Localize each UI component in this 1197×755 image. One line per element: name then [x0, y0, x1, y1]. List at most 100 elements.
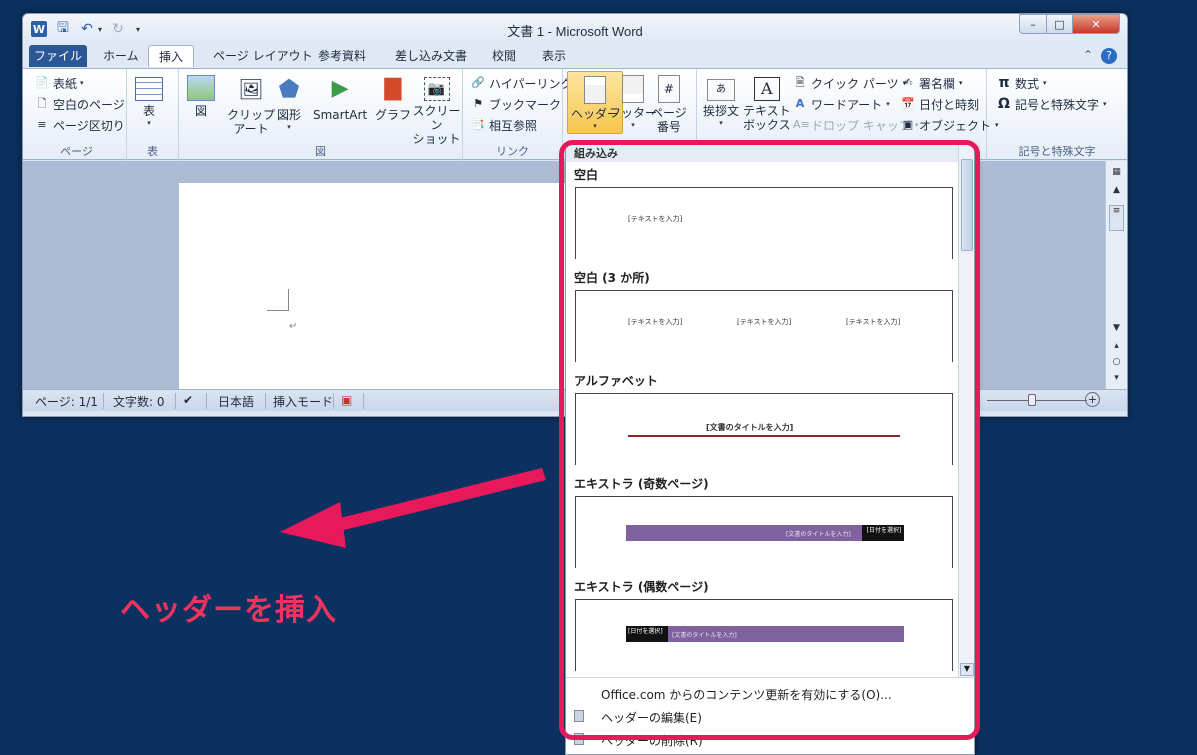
symbol-button[interactable]: Ω 記号と特殊文字 ▾	[997, 94, 1106, 114]
zoom-slider[interactable]	[987, 400, 1087, 401]
pi-icon: π	[998, 75, 1010, 91]
group-label-illustrations: 図	[315, 145, 326, 158]
tab-page-layout[interactable]: ページ レイアウト	[203, 45, 323, 67]
title-bar: W 🖫 ↶ ▾ ↻ ▾ 文書 1 - Microsoft Word – □ ✕	[23, 14, 1127, 44]
omega-icon: Ω	[998, 96, 1010, 112]
collapse-ribbon-icon[interactable]: ⌃	[1083, 48, 1093, 62]
status-word-count[interactable]: 文字数: 0	[113, 393, 165, 410]
datetime-button[interactable]: 📅 日付と時刻	[901, 94, 979, 114]
minimize-button[interactable]: –	[1019, 14, 1047, 34]
tab-references[interactable]: 参考資料	[308, 45, 376, 67]
tab-insert[interactable]: 挿入	[148, 45, 195, 67]
table-button[interactable]: 表 ▾	[135, 73, 163, 128]
macro-record-icon[interactable]: ▣	[341, 393, 352, 407]
group-links: 🔗 ハイパーリンク ⚑ ブックマーク 📑 相互参照 リンク	[463, 69, 573, 161]
scroll-thumb[interactable]: ≡	[1109, 205, 1124, 231]
status-language[interactable]: 日本語	[218, 393, 254, 410]
vertical-scrollbar[interactable]: ▦ ▲ ≡ ▼ ▴ ○ ▾	[1105, 161, 1127, 389]
scroll-up-icon[interactable]: ▲	[1109, 185, 1124, 199]
datetime-icon: 📅	[901, 97, 915, 110]
tab-view[interactable]: 表示	[532, 45, 576, 67]
picture-icon	[187, 75, 215, 101]
ribbon-tabs: ファイル ホーム 挿入 ページ レイアウト 参考資料 差し込み文書 校閲 表示 …	[23, 43, 1127, 68]
page-number-button[interactable]: # ページ 番号	[651, 73, 687, 134]
browse-object-icon[interactable]: ○	[1109, 357, 1124, 371]
next-page-icon[interactable]: ▾	[1109, 373, 1124, 387]
table-icon	[135, 77, 163, 101]
chart-button[interactable]: ▇ グラフ	[375, 73, 411, 123]
maximize-button[interactable]: □	[1046, 14, 1073, 34]
group-label-links: リンク	[496, 145, 529, 158]
screenshot-button[interactable]: 📷 スクリーン ショット	[411, 73, 462, 146]
crossref-icon: 📑	[471, 118, 485, 131]
prev-page-icon[interactable]: ▴	[1109, 341, 1124, 355]
bookmark-button[interactable]: ⚑ ブックマーク	[471, 94, 561, 114]
textbox-icon: A	[753, 77, 780, 101]
blank-page-icon: 🗋	[37, 97, 47, 110]
smartart-icon: ▶	[331, 76, 349, 101]
signature-icon: ✍	[903, 76, 913, 89]
chart-icon: ▇	[384, 76, 402, 101]
hyperlink-icon: 🔗	[471, 76, 485, 89]
group-label-tables: 表	[147, 145, 158, 158]
shapes-button[interactable]: ⬟ 図形 ▾	[273, 73, 305, 132]
help-icon[interactable]: ?	[1101, 48, 1117, 64]
footer-button[interactable]: フッター ▾	[609, 73, 657, 130]
wordart-icon: A	[795, 97, 805, 110]
window-title: 文書 1 - Microsoft Word	[507, 24, 643, 39]
scroll-down-icon[interactable]: ▼	[1109, 323, 1124, 337]
group-label-pages: ページ	[60, 145, 93, 158]
object-button[interactable]: ▣ オブジェクト ▾	[901, 115, 999, 135]
textbox-button[interactable]: A テキスト ボックス	[743, 73, 791, 132]
document-page[interactable]: ↵	[179, 183, 579, 393]
zoom-in-icon[interactable]: +	[1085, 392, 1100, 407]
clipart-button[interactable]: 🖼 クリップ アート	[227, 73, 275, 136]
highlight-frame	[559, 140, 980, 740]
close-button[interactable]: ✕	[1072, 14, 1120, 34]
signature-button[interactable]: ✍ 署名欄 ▾	[901, 73, 962, 93]
object-icon: ▣	[902, 118, 914, 131]
smartart-button[interactable]: ▶ SmartArt	[313, 73, 367, 123]
quick-parts-button[interactable]: 🗎 クイック パーツ ▾	[793, 73, 907, 93]
page-number-icon: #	[657, 75, 680, 103]
ruler-toggle-icon[interactable]: ▦	[1109, 167, 1124, 181]
proofing-icon[interactable]: ✔	[183, 393, 193, 407]
group-symbols: π 数式 ▾ Ω 記号と特殊文字 ▾ 記号と特殊文字	[987, 69, 1127, 161]
status-insert-mode[interactable]: 挿入モード	[273, 393, 333, 410]
footer-icon	[622, 75, 644, 103]
hyperlink-button[interactable]: 🔗 ハイパーリンク	[471, 73, 572, 93]
zoom-slider-thumb[interactable]	[1028, 394, 1036, 406]
paragraph-mark: ↵	[289, 321, 298, 332]
dropcap-button[interactable]: A≡ ドロップ キャップ ▾	[793, 115, 918, 135]
clipart-icon: 🖼	[238, 77, 264, 101]
quick-parts-icon: 🗎	[795, 76, 805, 89]
callout-arrow	[280, 468, 546, 548]
equation-button[interactable]: π 数式 ▾	[997, 73, 1046, 93]
bookmark-icon: ⚑	[473, 97, 483, 110]
cover-page-icon: 📄	[35, 76, 49, 89]
tab-review[interactable]: 校閲	[482, 45, 526, 67]
page-break-button[interactable]: ≡ ページ区切り	[35, 115, 124, 135]
group-pages: 📄 表紙 ▾ 🗋 空白のページ ≡ ページ区切り ページ	[27, 69, 127, 161]
wordart-button[interactable]: A ワードアート ▾	[793, 94, 890, 114]
screenshot-icon: 📷	[423, 77, 450, 101]
header-icon	[584, 76, 606, 104]
callout-label: ヘッダーを挿入	[120, 593, 337, 628]
tab-file[interactable]: ファイル	[29, 45, 87, 67]
shapes-icon: ⬟	[278, 75, 300, 103]
dropcap-icon: A≡	[793, 118, 810, 131]
tab-home[interactable]: ホーム	[93, 45, 149, 67]
group-illustrations: 図 🖼 クリップ アート ⬟ 図形 ▾ ▶ SmartArt ▇ グラフ 📷 ス…	[179, 69, 463, 161]
greeting-button[interactable]: あ 挨拶文 ▾	[703, 73, 739, 128]
greeting-icon: あ	[707, 79, 735, 101]
cover-page-button[interactable]: 📄 表紙 ▾	[35, 73, 83, 93]
group-label-symbols: 記号と特殊文字	[1018, 145, 1096, 158]
crossref-button[interactable]: 📑 相互参照	[471, 115, 537, 135]
tab-mailings[interactable]: 差し込み文書	[385, 45, 477, 67]
margin-corner-mark	[267, 289, 289, 311]
blank-page-button[interactable]: 🗋 空白のページ	[35, 94, 125, 114]
group-tables: 表 ▾ 表	[127, 69, 179, 161]
picture-button[interactable]: 図	[187, 73, 215, 118]
page-break-icon: ≡	[37, 118, 47, 131]
status-page[interactable]: ページ: 1/1	[35, 393, 98, 410]
